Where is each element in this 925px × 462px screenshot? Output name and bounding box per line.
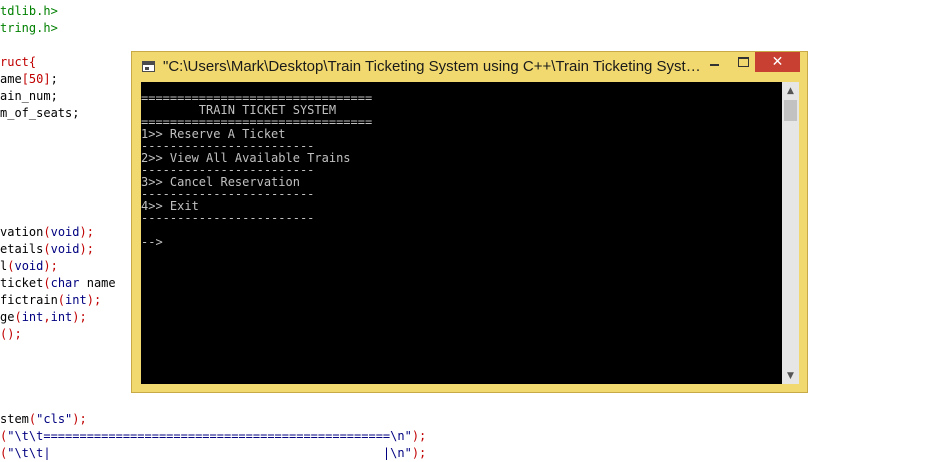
code-token: [50] <box>21 72 51 86</box>
code-token: name <box>79 276 116 290</box>
code-token: m_of_seats; <box>0 106 80 120</box>
code-line: ame[50]; <box>0 71 58 88</box>
code-line: fictrain(int); <box>0 292 101 309</box>
code-token: ); <box>411 446 427 460</box>
code-token: ge <box>0 310 15 324</box>
console-text: ================================ TRAIN T… <box>141 92 781 248</box>
minimize-icon <box>710 64 719 66</box>
code-token: tring.h> <box>0 21 58 35</box>
code-token: ); <box>72 310 87 324</box>
code-line: ticket(char name <box>0 275 116 292</box>
code-token: ( <box>43 242 51 256</box>
code-token: char <box>50 276 80 290</box>
code-token: ); <box>43 259 58 273</box>
code-token: fictrain <box>0 293 58 307</box>
code-line: stem("cls"); <box>0 411 87 428</box>
scroll-down-arrow-icon[interactable]: ▼ <box>782 367 799 384</box>
code-token: int <box>21 310 44 324</box>
code-line: tring.h> <box>0 20 58 37</box>
scroll-up-arrow-icon[interactable]: ▲ <box>782 82 799 99</box>
code-token: void <box>14 259 44 273</box>
console-app-icon[interactable] <box>142 61 155 72</box>
code-token: ain_num; <box>0 89 58 103</box>
code-token: stem <box>0 412 29 426</box>
console-line: --> <box>141 235 163 249</box>
code-line: ("\t\t==================================… <box>0 428 426 445</box>
ibeam-cursor-icon <box>716 296 723 311</box>
code-line: tdlib.h> <box>0 3 58 20</box>
scroll-thumb[interactable] <box>784 100 797 121</box>
code-token: int <box>65 293 87 307</box>
code-line: ain_num; <box>0 88 58 105</box>
code-token: ruct{ <box>0 55 37 69</box>
code-token: ame <box>0 72 22 86</box>
code-token: etails <box>0 242 44 256</box>
code-token: ); <box>411 429 427 443</box>
code-line: vation(void); <box>0 224 94 241</box>
code-token: int <box>50 310 73 324</box>
code-line: m_of_seats; <box>0 105 79 122</box>
code-token: void <box>50 242 80 256</box>
code-token: "\t\t===================================… <box>7 429 412 443</box>
window-title: "C:\Users\Mark\Desktop\Train Ticketing S… <box>163 58 703 75</box>
code-line: ("\t\t| |\n"); <box>0 445 426 462</box>
code-token: ( <box>14 310 22 324</box>
code-token: "\t\t| |\n" <box>7 446 412 460</box>
code-line: ruct{ <box>0 54 36 71</box>
code-token: ( <box>57 293 66 307</box>
code-line: etails(void); <box>0 241 94 258</box>
code-token: ; <box>50 72 58 86</box>
code-token: (); <box>0 327 22 341</box>
minimize-button[interactable] <box>701 52 728 72</box>
code-token: ); <box>79 225 94 239</box>
code-token: ); <box>86 293 102 307</box>
console-output[interactable]: ================================ TRAIN T… <box>141 82 799 384</box>
code-token: ( <box>43 225 51 239</box>
console-window: "C:\Users\Mark\Desktop\Train Ticketing S… <box>131 51 808 393</box>
code-line: l(void); <box>0 258 58 275</box>
maximize-icon <box>738 57 749 67</box>
console-line: ------------------------ <box>141 187 315 201</box>
code-token: ); <box>72 412 87 426</box>
code-token: ); <box>79 242 94 256</box>
code-token: vation <box>0 225 44 239</box>
code-token: , <box>43 310 51 324</box>
console-line: ------------------------ <box>141 211 315 225</box>
code-token: "cls" <box>36 412 73 426</box>
vertical-scrollbar[interactable]: ▲ ▼ <box>782 82 799 384</box>
close-button[interactable]: ✕ <box>755 52 800 72</box>
code-token: ( <box>43 276 51 290</box>
window-titlebar[interactable]: "C:\Users\Mark\Desktop\Train Ticketing S… <box>132 52 807 82</box>
code-token: ticket <box>0 276 44 290</box>
code-token: void <box>50 225 80 239</box>
code-line: ge(int,int); <box>0 309 87 326</box>
close-icon: ✕ <box>771 54 784 70</box>
code-line: (); <box>0 326 22 343</box>
code-token: tdlib.h> <box>0 4 58 18</box>
maximize-button[interactable] <box>730 52 757 72</box>
